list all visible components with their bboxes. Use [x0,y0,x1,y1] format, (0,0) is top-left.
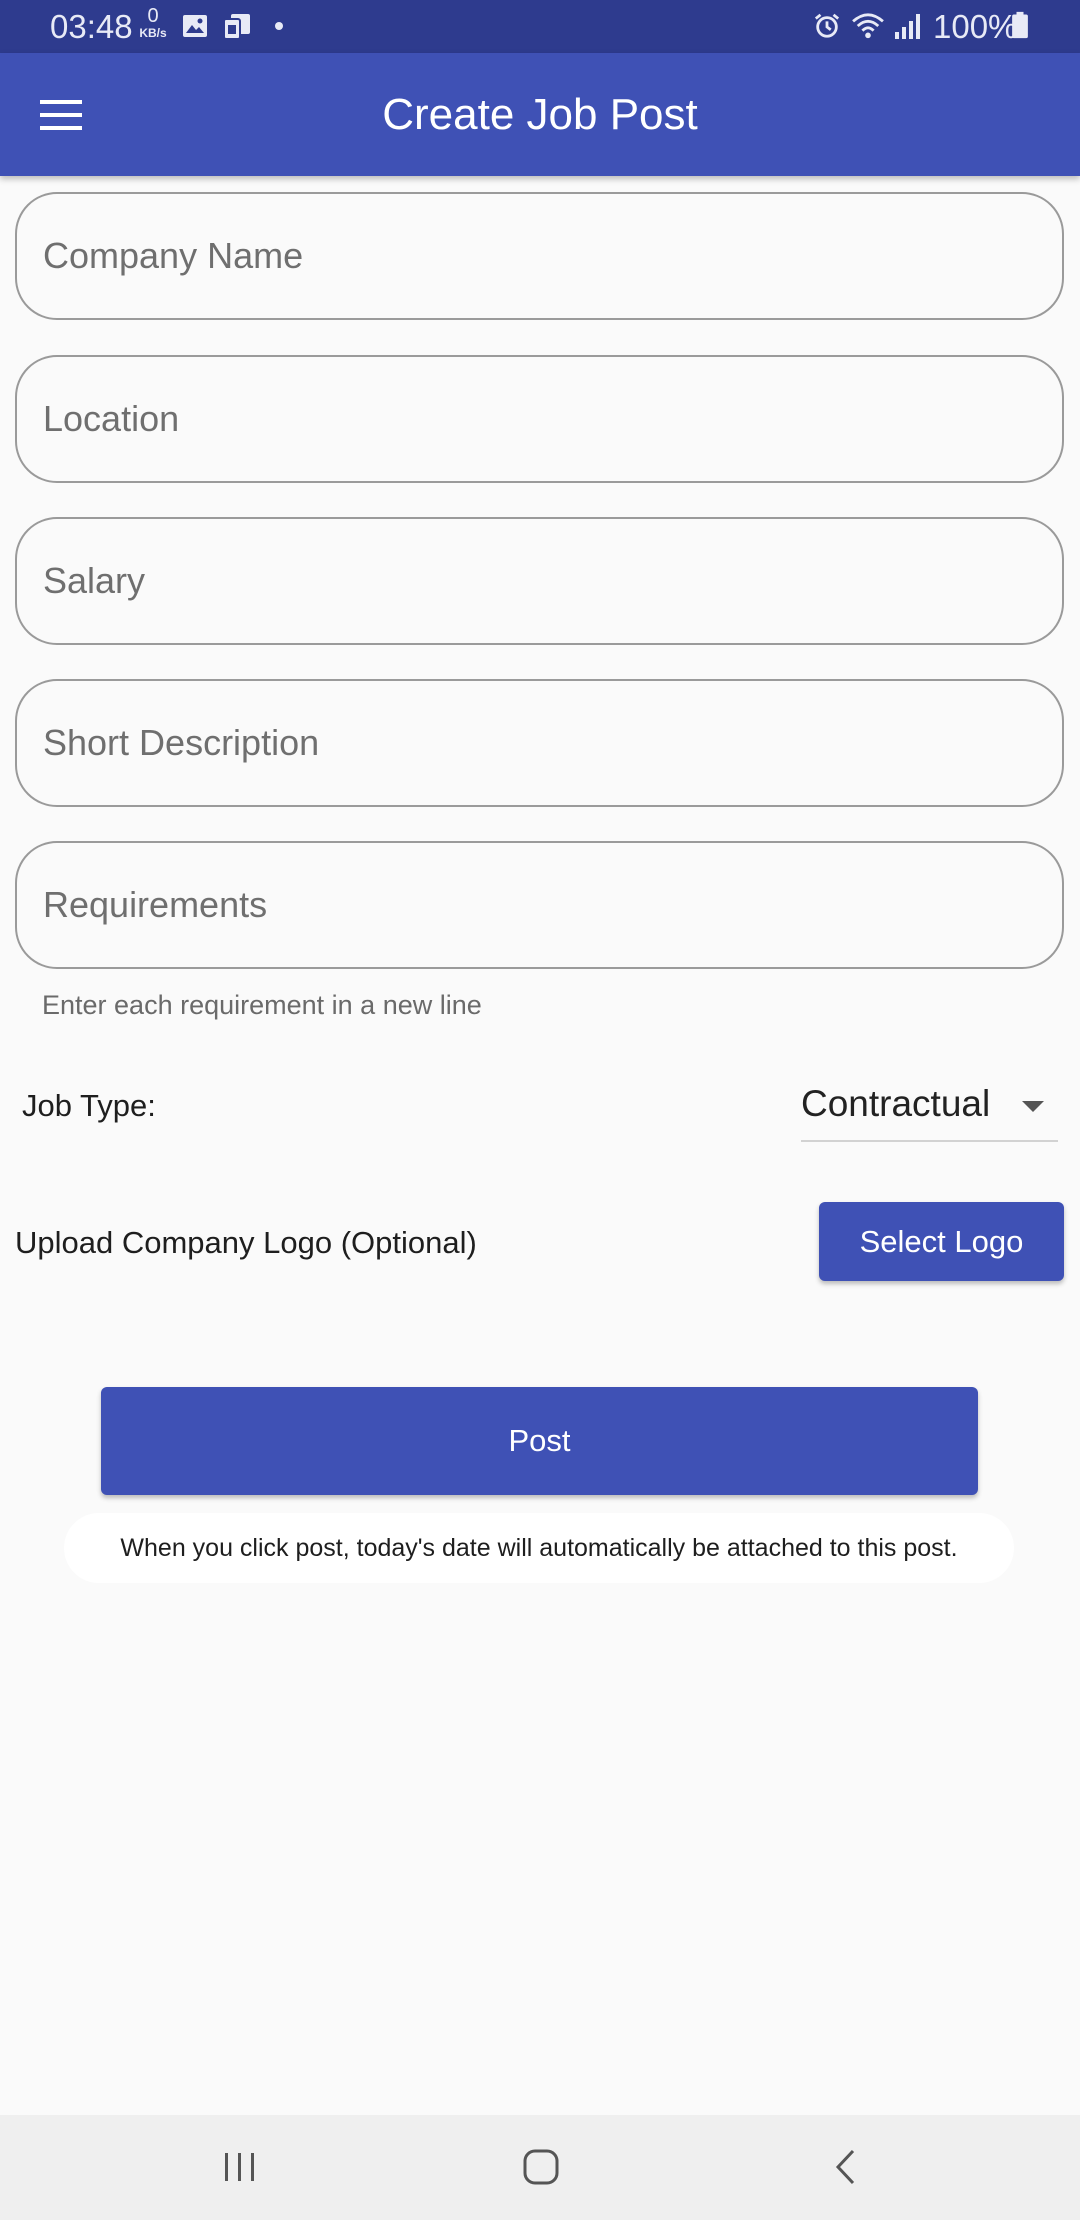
wifi-icon [852,13,884,39]
select-logo-button[interactable]: Select Logo [819,1202,1064,1281]
status-time: 03:48 [50,8,133,45]
company-name-input[interactable] [17,194,1062,318]
location-input[interactable] [17,357,1062,481]
requirements-input[interactable] [17,843,1062,967]
status-bar: 03:48 0 KB/s 100% [0,0,1080,53]
battery-icon [1012,11,1028,39]
system-navigation-bar [0,2115,1080,2220]
page-title: Create Job Post [382,90,698,139]
home-button[interactable] [496,2137,586,2197]
salary-field[interactable] [15,517,1064,645]
post-date-note: When you click post, today's date will a… [64,1513,1014,1583]
battery-percent: 100% [933,8,1018,45]
menu-button[interactable] [26,85,96,145]
back-icon [835,2149,855,2185]
requirements-helper-text: Enter each requirement in a new line [42,990,482,1020]
network-speed-unit: KB/s [139,26,167,40]
job-type-dropdown[interactable]: Contractual [801,1075,1058,1142]
company-name-field[interactable] [15,192,1064,320]
requirements-field[interactable] [15,841,1064,969]
app-bar: Create Job Post [0,53,1080,176]
job-type-label: Job Type: [22,1088,156,1123]
notification-dot-icon [275,22,283,30]
network-speed: 0 KB/s [136,6,170,40]
signal-icon [895,14,920,39]
upload-logo-label: Upload Company Logo (Optional) [15,1225,477,1260]
hamburger-menu-icon [40,100,82,130]
job-type-selected-value: Contractual [801,1083,991,1124]
short-description-input[interactable] [17,681,1062,805]
recent-apps-button[interactable] [195,2137,285,2197]
recent-apps-icon [225,2153,254,2181]
short-description-field[interactable] [15,679,1064,807]
dropdown-arrow-icon [1022,1101,1044,1112]
home-icon [523,2149,559,2185]
image-icon [183,15,207,37]
network-speed-value: 0 [147,5,159,27]
salary-input[interactable] [17,519,1062,643]
sim-icon [223,14,250,40]
alarm-icon [814,13,840,38]
location-field[interactable] [15,355,1064,483]
back-button[interactable] [800,2137,890,2197]
post-button[interactable]: Post [101,1387,978,1495]
